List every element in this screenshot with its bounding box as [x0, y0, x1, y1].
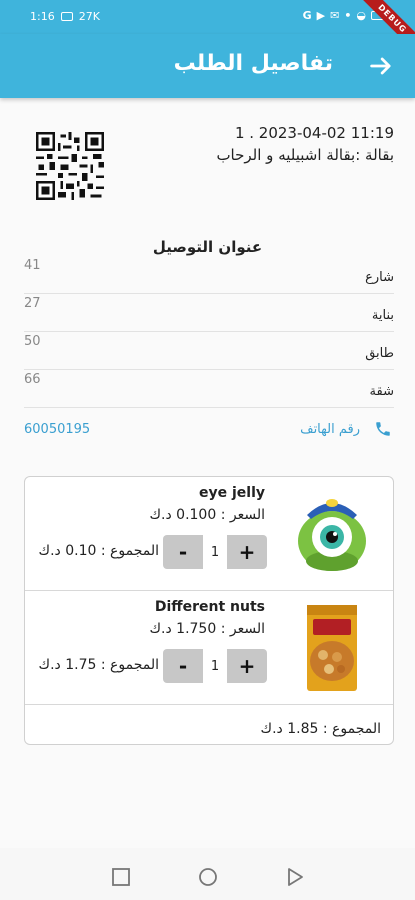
order-item: eye jelly السعر : 0.100 د.ك - 1 + المجمو… — [25, 477, 393, 591]
quantity-stepper: - 1 + — [163, 649, 267, 683]
address-label: شقة — [369, 384, 394, 399]
phone-number[interactable]: 60050195 — [24, 422, 90, 437]
phone-label: رقم الهاتف — [300, 422, 360, 437]
item-subtotal: المجموع : 1.75 د.ك — [38, 657, 159, 673]
order-header: 11:19 2023-04-02 . 1 بقالة :بقالة اشبيلي… — [24, 120, 394, 210]
screen-icon — [60, 12, 73, 21]
qr-code — [36, 132, 104, 200]
address-label: بناية — [371, 308, 394, 323]
increase-button[interactable]: + — [227, 535, 267, 569]
order-item: Different nuts السعر : 1.750 د.ك - 1 + ا… — [25, 591, 393, 705]
mail-icon: ✉ — [330, 9, 340, 22]
decrease-button[interactable]: - — [163, 535, 203, 569]
item-price: السعر : 1.750 د.ك — [149, 621, 265, 637]
address-value: 66 — [24, 372, 41, 387]
order-number-date: 11:19 2023-04-02 . 1 — [234, 124, 394, 142]
address-label: طابق — [365, 346, 394, 361]
address-value: 50 — [24, 334, 41, 349]
address-row-street: شارع 41 — [24, 256, 394, 294]
store-name: بقالة :بقالة اشبيليه و الرحاب — [216, 146, 394, 164]
item-name: Different nuts — [154, 599, 265, 615]
item-name: eye jelly — [198, 485, 265, 501]
address-value: 27 — [24, 296, 41, 311]
system-nav-bar — [0, 848, 415, 900]
address-row-apartment: شقة 66 — [24, 370, 394, 408]
app-bar: تفاصيل الطلب — [0, 34, 415, 98]
google-icon: G — [302, 9, 312, 22]
item-price: السعر : 0.100 د.ك — [149, 507, 265, 523]
decrease-button[interactable]: - — [163, 649, 203, 683]
address-row-building: بناية 27 — [24, 294, 394, 332]
order-total: المجموع : 1.85 د.ك — [260, 721, 381, 737]
page-title: تفاصيل الطلب — [173, 51, 333, 76]
item-subtotal: المجموع : 0.10 د.ك — [38, 543, 159, 559]
youtube-icon: ▶ — [316, 9, 326, 22]
address-row-floor: طابق 50 — [24, 332, 394, 370]
quantity-stepper: - 1 + — [163, 535, 267, 569]
quantity-value: 1 — [203, 649, 227, 683]
status-bar: 1:16 27K G ▶ ✉ • ◒ DEBUG — [0, 0, 415, 56]
home-icon[interactable] — [197, 866, 219, 888]
product-image — [307, 605, 357, 691]
dot-icon: • — [344, 9, 352, 22]
phone-icon — [374, 420, 392, 438]
address-value: 41 — [24, 258, 41, 273]
recent-apps-icon[interactable] — [110, 866, 132, 888]
increase-button[interactable]: + — [227, 649, 267, 683]
arrow-right-icon[interactable] — [367, 52, 395, 80]
order-items-card: eye jelly السعر : 0.100 د.ك - 1 + المجمو… — [24, 476, 394, 745]
address-label: شارع — [365, 270, 394, 285]
back-triangle-icon[interactable] — [284, 866, 306, 888]
product-image — [298, 499, 366, 571]
wifi-icon: ◒ — [356, 9, 366, 22]
status-time: 1:16 — [30, 10, 55, 23]
quantity-value: 1 — [203, 535, 227, 569]
network-speed: 27K — [78, 10, 100, 23]
phone-row[interactable]: رقم الهاتف 60050195 — [24, 416, 394, 446]
address-title: عنوان التوصيل — [152, 238, 263, 256]
